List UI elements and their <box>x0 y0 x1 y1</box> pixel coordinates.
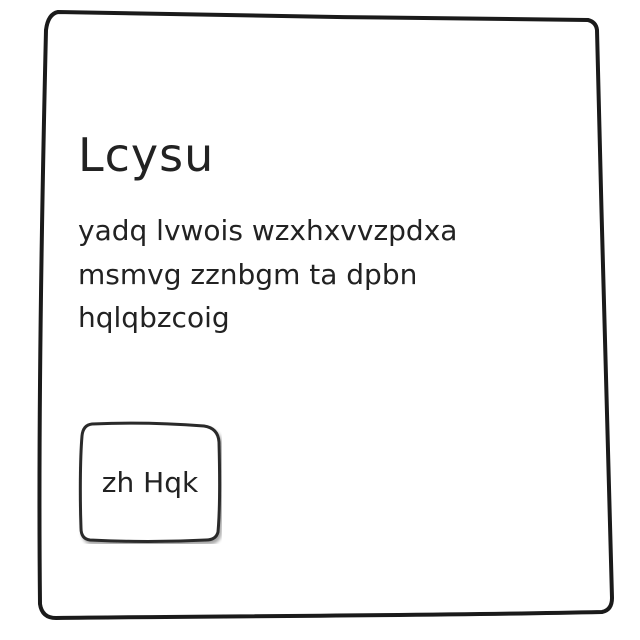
card-content: Lcysu yadq lvwois wzxhxvvzpdxa msmvg zzn… <box>78 128 578 339</box>
primary-button-label: zh Hqk <box>101 465 199 499</box>
page: Lcysu yadq lvwois wzxhxvvzpdxa msmvg zzn… <box>0 0 640 640</box>
card-body-text: yadq lvwois wzxhxvvzpdxa msmvg zznbgm ta… <box>78 214 458 334</box>
primary-button[interactable]: zh Hqk <box>78 420 222 544</box>
card-title: Lcysu <box>78 128 215 182</box>
